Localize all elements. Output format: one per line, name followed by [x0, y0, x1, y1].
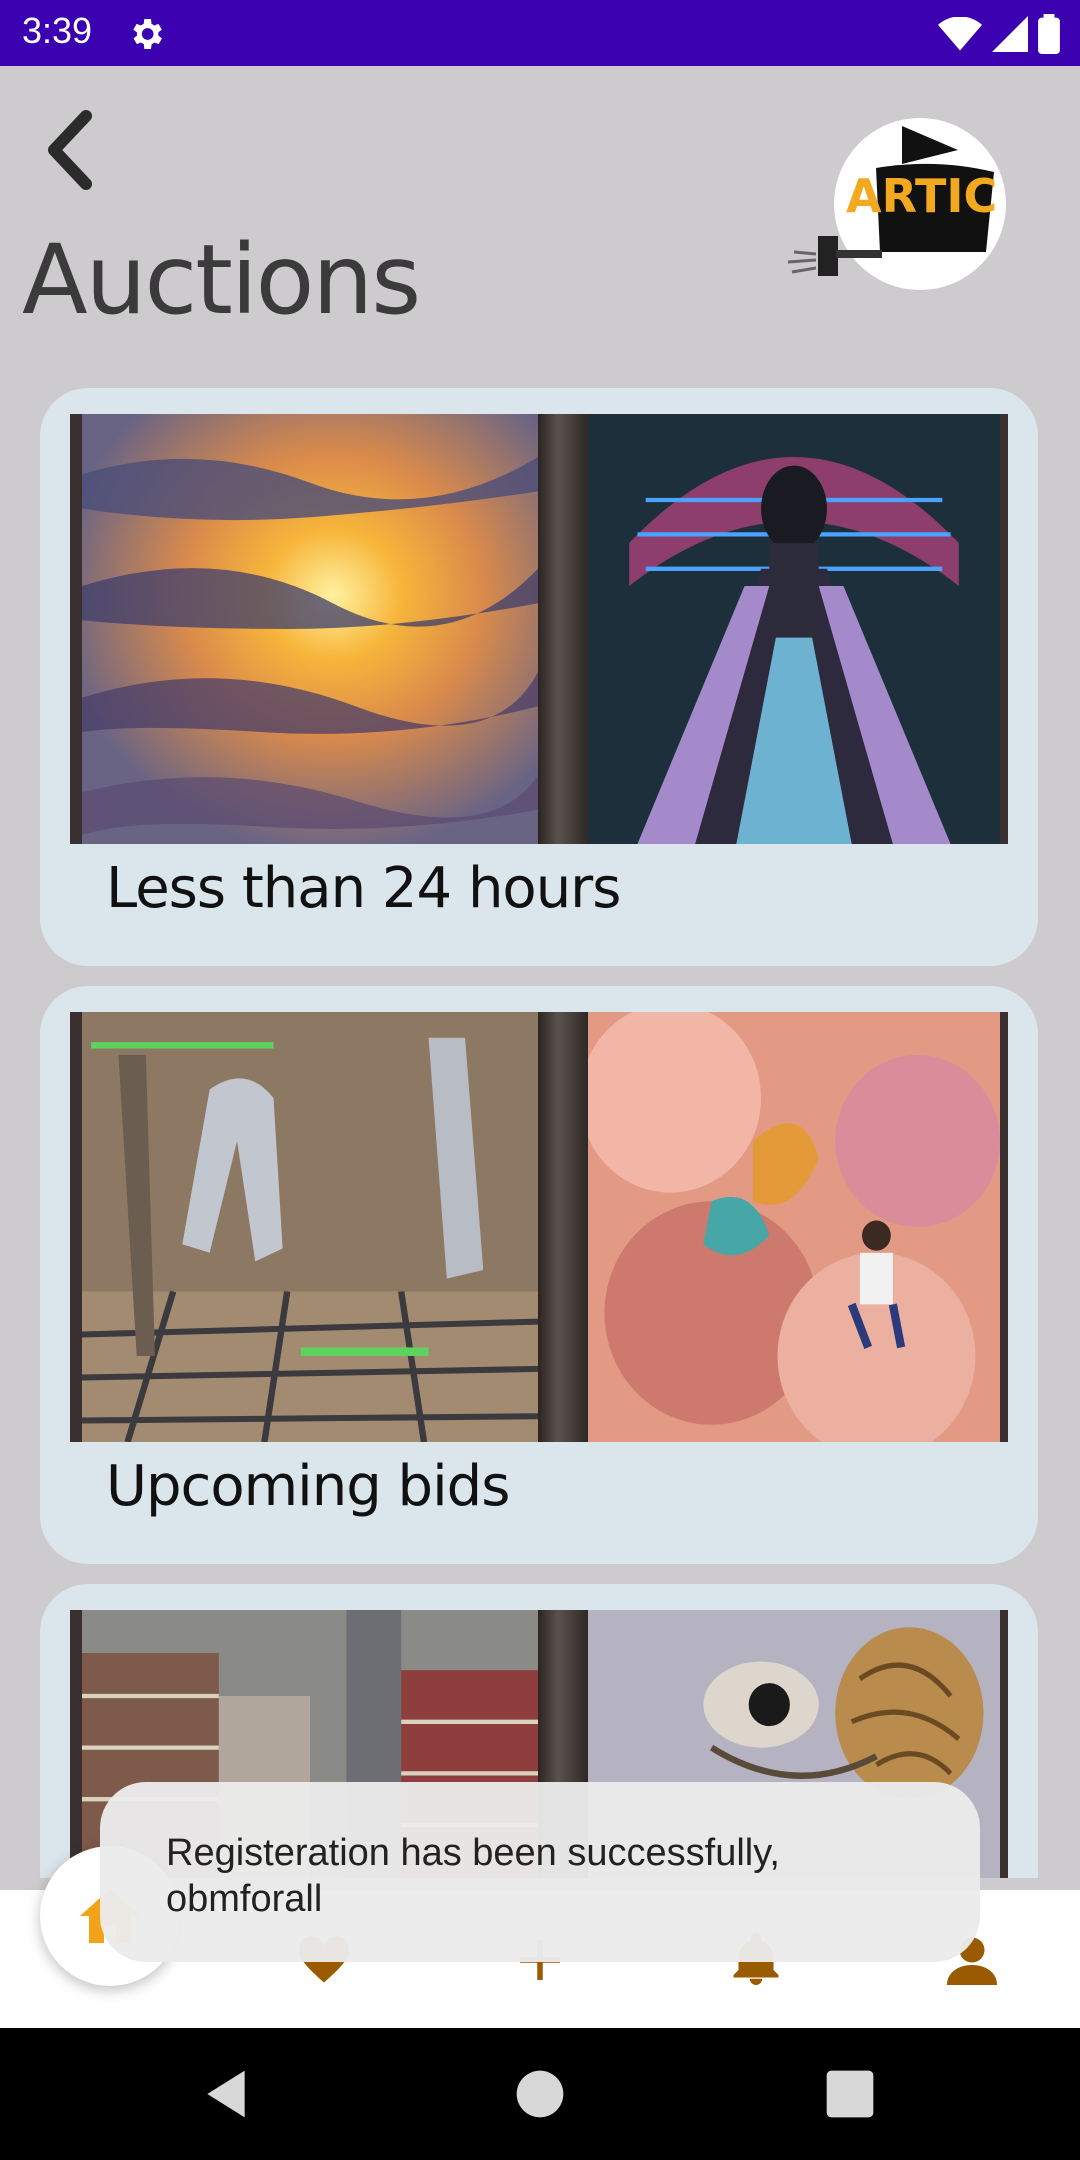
- artwork-image-escalator: [588, 414, 1000, 844]
- artwork-image-sunset: [70, 414, 538, 844]
- home-circle-icon[interactable]: [512, 2066, 568, 2122]
- page-title: Auctions: [22, 224, 421, 336]
- chevron-left-icon: [48, 110, 92, 190]
- frame-divider: [538, 1012, 588, 1442]
- logo-text: ARTIC: [846, 169, 997, 223]
- toast-message: Registeration has been successfully, obm…: [100, 1782, 980, 1962]
- back-button[interactable]: [38, 108, 102, 192]
- artwork-image-robots: [70, 1012, 538, 1442]
- frame-edge: [1000, 1610, 1008, 1878]
- status-time: 3:39: [22, 10, 93, 51]
- card-label: Upcoming bids: [106, 1454, 510, 1519]
- auction-categories-list[interactable]: Less than 24 hours Upcoming bids: [40, 388, 1038, 1878]
- signal-icon: [992, 16, 1028, 52]
- wifi-icon: [938, 17, 982, 51]
- back-triangle-icon[interactable]: [198, 2066, 254, 2122]
- auction-card-upcoming-bids[interactable]: Upcoming bids: [40, 986, 1038, 1564]
- battery-icon: [1038, 14, 1060, 54]
- gear-icon: [133, 19, 162, 49]
- recents-square-icon[interactable]: [822, 2066, 878, 2122]
- frame-edge: [1000, 1012, 1008, 1442]
- artwork-image-clouds: [588, 1012, 1000, 1442]
- system-navigation-bar: [0, 2028, 1080, 2160]
- status-bar: 3:39: [0, 0, 1080, 66]
- auction-card-less-than-24-hours[interactable]: Less than 24 hours: [40, 388, 1038, 966]
- frame-divider: [538, 414, 588, 844]
- card-label: Less than 24 hours: [106, 856, 621, 921]
- frame-edge: [1000, 414, 1008, 844]
- artic-logo: ARTIC: [787, 118, 1006, 290]
- status-icons: [938, 12, 1060, 56]
